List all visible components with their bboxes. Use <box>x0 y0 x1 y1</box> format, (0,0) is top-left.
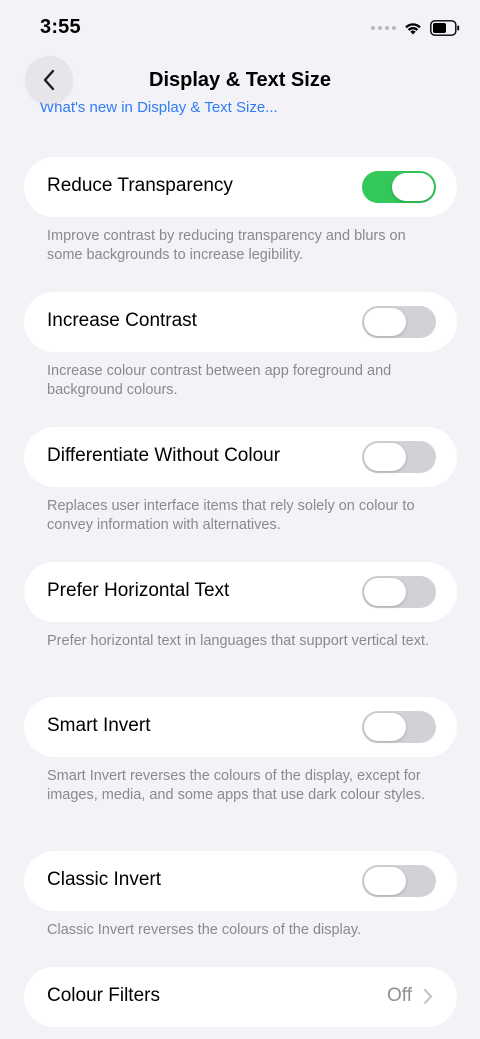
setting-description: Classic Invert reverses the colours of t… <box>47 922 362 938</box>
colour-filters-label: Colour Filters <box>47 985 160 1006</box>
setting-label: Increase Contrast <box>47 310 197 331</box>
smart-invert-toggle[interactable] <box>362 711 436 743</box>
page-title: Display & Text Size <box>149 69 331 91</box>
signal-icon <box>371 26 396 30</box>
setting-row-smart-invert: Smart Invert <box>24 697 457 757</box>
setting-description: Prefer horizontal text in languages that… <box>47 633 430 649</box>
setting-row-increase-contrast: Increase Contrast <box>24 292 457 352</box>
status-time: 3:55 <box>40 16 81 38</box>
setting-row-classic-invert: Classic Invert <box>24 851 457 911</box>
status-icons <box>371 20 460 36</box>
chevron-right-icon <box>423 988 433 1005</box>
reduce-transparency-toggle[interactable] <box>362 171 436 203</box>
setting-label: Smart Invert <box>47 715 151 736</box>
prefer-horizontal-text-toggle[interactable] <box>362 576 436 608</box>
increase-contrast-toggle[interactable] <box>362 306 436 338</box>
classic-invert-toggle[interactable] <box>362 865 436 897</box>
wifi-icon <box>405 23 421 35</box>
setting-description: Smart Invert reverses the colours of the… <box>47 768 425 803</box>
toggle-knob <box>364 578 406 606</box>
setting-description: Increase colour contrast between app for… <box>47 363 392 398</box>
setting-row-prefer-horizontal-text: Prefer Horizontal Text <box>24 562 457 622</box>
setting-label: Prefer Horizontal Text <box>47 580 230 601</box>
differentiate-without-colour-toggle[interactable] <box>362 441 436 473</box>
setting-label: Differentiate Without Colour <box>47 445 281 466</box>
toggle-knob <box>364 867 406 895</box>
toggle-knob <box>392 173 434 201</box>
toggle-knob <box>364 308 406 336</box>
colour-filters-row[interactable]: Colour Filters Off <box>24 967 457 1027</box>
setting-description: Replaces user interface items that rely … <box>47 498 415 533</box>
setting-row-reduce-transparency: Reduce Transparency <box>24 157 457 217</box>
setting-row-differentiate-without-colour: Differentiate Without Colour <box>24 427 457 487</box>
setting-description: Improve contrast by reducing transparenc… <box>47 228 406 263</box>
colour-filters-value: Off <box>387 985 412 1006</box>
battery-icon <box>430 20 460 36</box>
setting-label: Reduce Transparency <box>47 175 233 196</box>
toggle-knob <box>364 443 406 471</box>
whats-new-link[interactable]: What's new in Display & Text Size... <box>40 99 278 117</box>
toggle-knob <box>364 713 406 741</box>
setting-label: Classic Invert <box>47 869 162 890</box>
status-bar: 3:55 <box>0 0 480 56</box>
